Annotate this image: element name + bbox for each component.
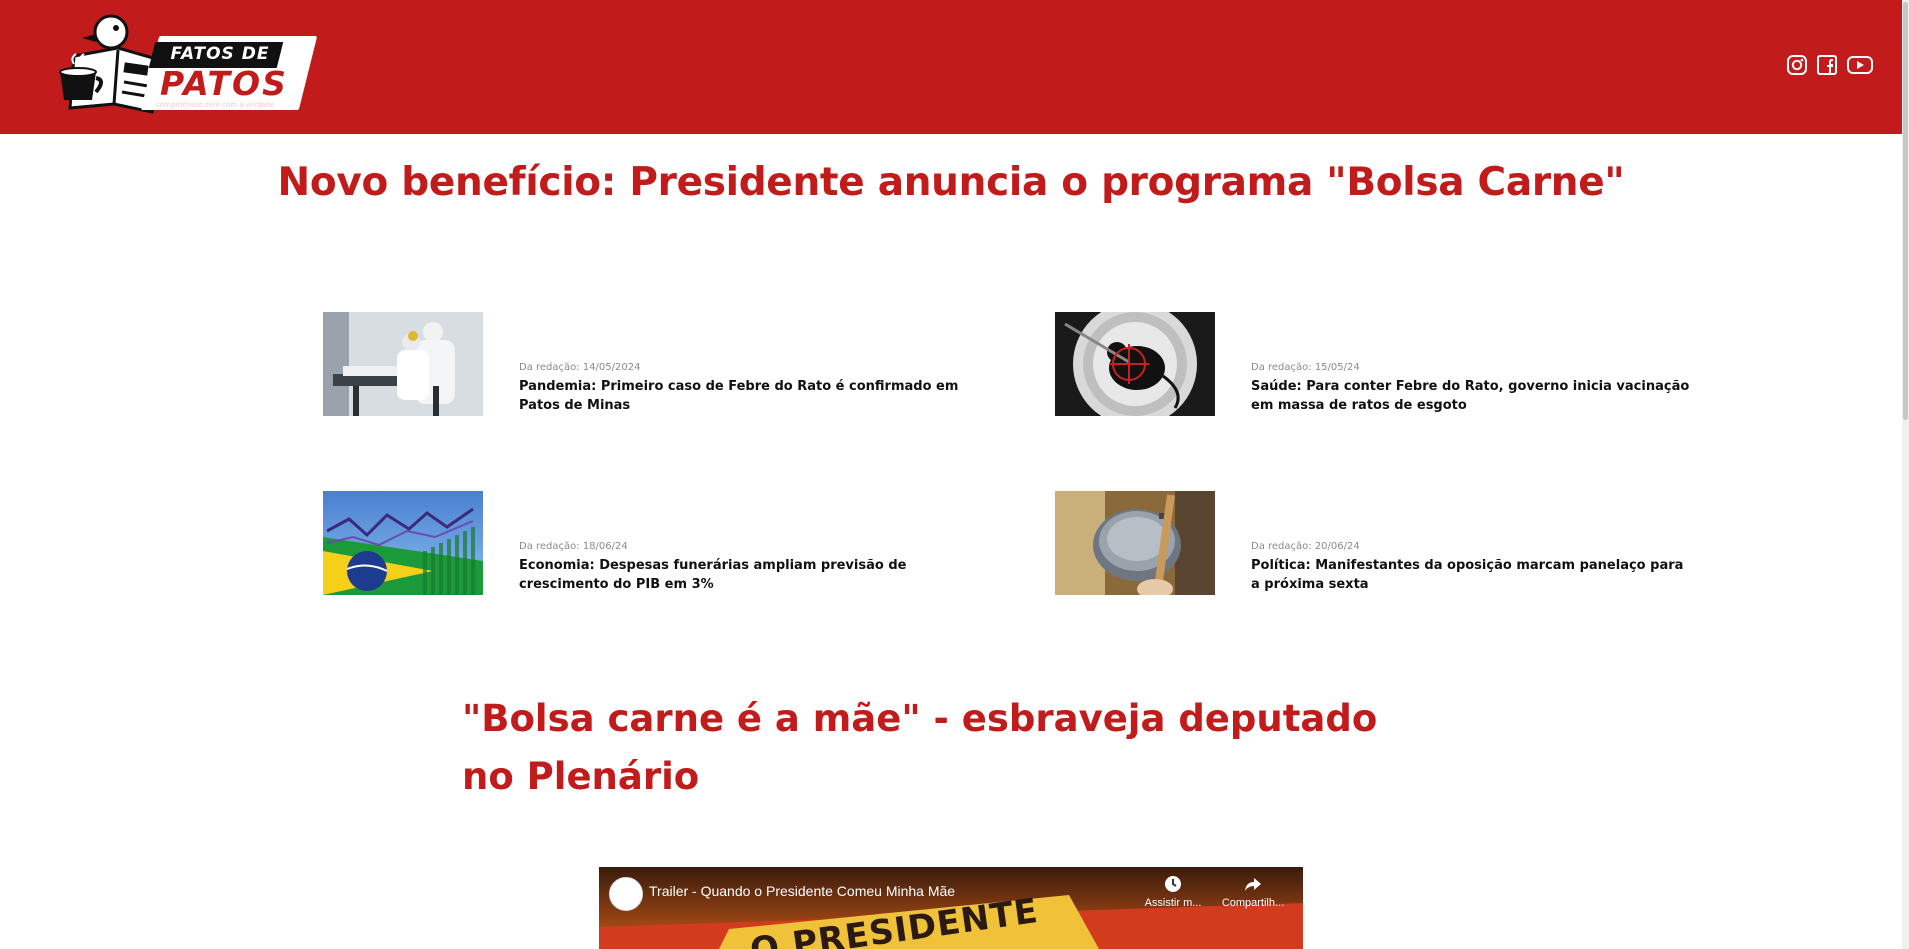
- channel-avatar[interactable]: [609, 877, 643, 911]
- section-headline[interactable]: "Bolsa carne é a mãe" - esbraveja deputa…: [462, 690, 1422, 806]
- news-card[interactable]: Da redação: 20/06/24 Política: Manifesta…: [1055, 491, 1695, 595]
- news-title[interactable]: Economia: Despesas funerárias ampliam pr…: [519, 556, 959, 594]
- news-title[interactable]: Política: Manifestantes da oposição marc…: [1251, 556, 1691, 594]
- news-date: Da redação: 14/05/2024: [519, 362, 641, 373]
- youtube-icon[interactable]: [1846, 54, 1874, 80]
- share-button[interactable]: Compartilh...: [1213, 875, 1293, 909]
- share-icon: [1245, 878, 1261, 891]
- video-embed[interactable]: O PRESIDENTE Trailer - Quando o Presiden…: [599, 867, 1303, 949]
- scrollbar-thumb[interactable]: [1903, 2, 1908, 420]
- news-date: Da redação: 18/06/24: [519, 541, 628, 552]
- news-card[interactable]: Da redação: 15/05/24 Saúde: Para conter …: [1055, 312, 1695, 416]
- watch-later-button[interactable]: Assistir m...: [1133, 875, 1213, 909]
- instagram-icon[interactable]: [1786, 54, 1808, 80]
- page-scrollbar[interactable]: [1902, 0, 1909, 949]
- video-title[interactable]: Trailer - Quando o Presidente Comeu Minh…: [649, 883, 955, 899]
- watch-later-label: Assistir m...: [1144, 897, 1202, 909]
- news-thumbnail[interactable]: [323, 312, 483, 416]
- social-links: [1786, 54, 1874, 80]
- news-date: Da redação: 15/05/24: [1251, 362, 1360, 373]
- share-label: Compartilh...: [1221, 897, 1285, 909]
- main-headline[interactable]: Novo benefício: Presidente anuncia o pro…: [0, 160, 1902, 205]
- logo-name-main: PATOS: [160, 64, 288, 103]
- clock-icon: [1165, 876, 1181, 892]
- news-title[interactable]: Pandemia: Primeiro caso de Febre do Rato…: [519, 377, 959, 415]
- news-date: Da redação: 20/06/24: [1251, 541, 1360, 552]
- news-thumbnail[interactable]: [1055, 491, 1215, 595]
- news-thumbnail[interactable]: [1055, 312, 1215, 416]
- logo-slogan: compromisso zero com a verdade: [156, 101, 275, 109]
- news-thumbnail[interactable]: [323, 491, 483, 595]
- news-card[interactable]: Da redação: 14/05/2024 Pandemia: Primeir…: [323, 312, 963, 416]
- facebook-icon[interactable]: [1816, 54, 1838, 80]
- site-header: FATOS DE PATOS compromisso zero com a ve…: [0, 0, 1902, 134]
- news-card[interactable]: Da redação: 18/06/24 Economia: Despesas …: [323, 491, 963, 595]
- site-logo[interactable]: FATOS DE PATOS compromisso zero com a ve…: [56, 8, 318, 118]
- news-title[interactable]: Saúde: Para conter Febre do Rato, govern…: [1251, 377, 1691, 415]
- logo-name-top: FATOS DE: [170, 44, 270, 64]
